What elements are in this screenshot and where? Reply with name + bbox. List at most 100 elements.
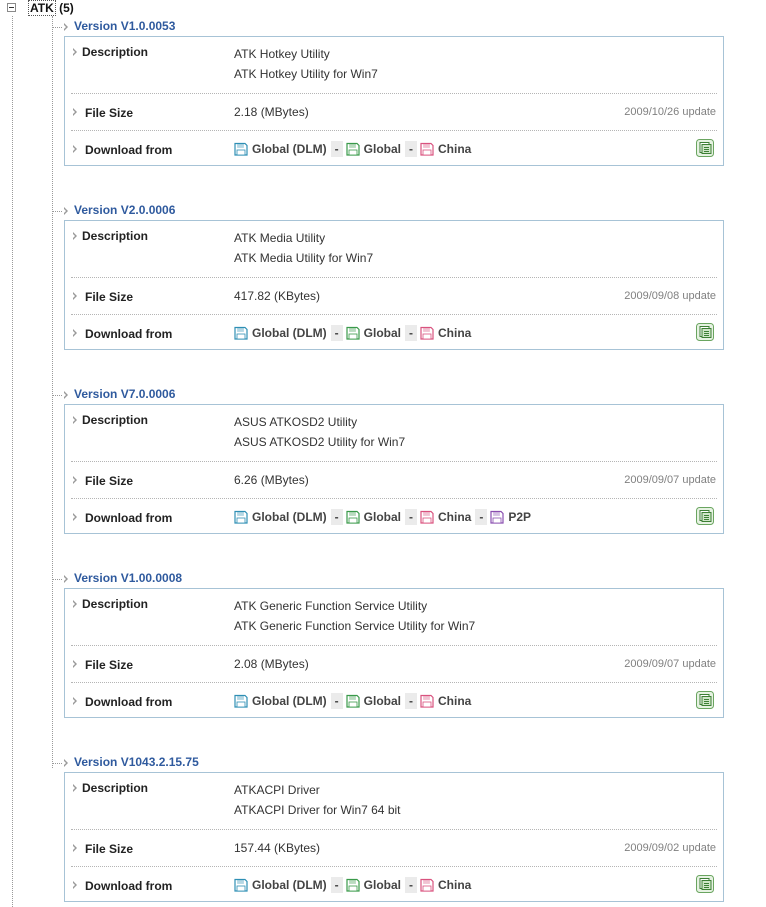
collapse-minus-icon[interactable] [7,3,16,12]
file-size-value: 6.26 (MBytes) [234,473,309,487]
mirror-link[interactable]: P2P [490,509,531,525]
arrow-bullet-icon [73,844,79,853]
download-mirror-list: Global (DLM) - Global - China [234,877,471,893]
multi-page-download-icon[interactable] [696,323,714,341]
file-size-label: File Size [85,106,134,120]
arrow-bullet-icon [73,108,79,117]
floppy-disk-icon [420,142,434,156]
mirror-link[interactable]: China [420,325,471,341]
description-label: Description [82,229,149,243]
download-mirror-list: Global (DLM) - Global - China [234,141,471,157]
mirror-link[interactable]: Global (DLM) [234,693,327,709]
mirror-link[interactable]: China [420,141,471,157]
description-text: ASUS ATKOSD2 Utility for Win7 [234,435,406,449]
download-row: Download from Global (DLM) - Global - China [71,314,717,350]
description-row: Description ATK Generic Function Service… [71,589,717,646]
file-size-value: 2.18 (MBytes) [234,105,309,119]
description-text: ATK Hotkey Utility for Win7 [234,67,378,81]
version-title[interactable]: Version V2.0.0006 [74,203,175,217]
arrow-bullet-icon [73,329,79,338]
mirror-label: Global (DLM) [252,326,327,340]
file-size-row: File Size 157.44 (KBytes) 2009/09/02 upd… [71,829,717,867]
arrow-bullet-icon [64,575,70,584]
mirror-label: China [438,510,472,524]
floppy-disk-icon [346,326,360,340]
version-title[interactable]: Version V1043.2.15.75 [74,755,199,769]
arrow-bullet-icon [73,881,79,890]
mirror-link[interactable]: Global (DLM) [234,877,327,893]
floppy-disk-icon [420,326,434,340]
version-details-panel: Description ASUS ATKOSD2 Utility ASUS AT… [64,404,724,534]
mirror-separator: - [330,877,343,893]
file-size-row: File Size 417.82 (KBytes) 2009/09/08 upd… [71,277,717,315]
update-date: 2009/09/07 update [624,658,716,670]
description-title: ASUS ATKOSD2 Utility [234,415,358,429]
mirror-separator: - [475,509,488,525]
tree-root-count: (5) [59,1,74,15]
mirror-label: Global (DLM) [252,694,327,708]
mirror-link[interactable]: Global [346,325,401,341]
mirror-link[interactable]: Global (DLM) [234,325,327,341]
multi-page-download-icon[interactable] [696,875,714,893]
mirror-label: Global [363,510,401,524]
description-row: Description ASUS ATKOSD2 Utility ASUS AT… [71,405,717,462]
description-text: ATK Generic Function Service Utility for… [234,619,476,633]
download-row: Download from Global (DLM) - Global - China [71,130,717,166]
version-title[interactable]: Version V1.00.0008 [74,571,182,585]
description-text: ATK Media Utility for Win7 [234,251,374,265]
mirror-link[interactable]: China [420,877,471,893]
floppy-disk-icon [420,510,434,524]
floppy-disk-icon [234,142,248,156]
tree-connector [53,395,62,396]
download-from-label: Download from [85,879,173,893]
description-label: Description [82,413,149,427]
multi-page-download-icon[interactable] [696,507,714,525]
multi-page-download-icon[interactable] [696,691,714,709]
description-label: Description [82,597,149,611]
mirror-link[interactable]: Global (DLM) [234,509,327,525]
tree-line-root [12,16,13,907]
floppy-disk-icon [234,694,248,708]
mirror-link[interactable]: Global [346,877,401,893]
tree-connector [53,27,62,28]
description-title: ATK Hotkey Utility [234,47,330,61]
version-title[interactable]: Version V7.0.0006 [74,387,175,401]
tree-root-label[interactable]: ATK (5) [28,0,74,16]
floppy-disk-icon [234,878,248,892]
description-row: Description ATKACPI Driver ATKACPI Drive… [71,773,717,830]
mirror-link[interactable]: Global (DLM) [234,141,327,157]
floppy-disk-icon [346,510,360,524]
mirror-link[interactable]: Global [346,141,401,157]
tree-connector [53,763,62,764]
download-from-label: Download from [85,695,173,709]
description-title: ATK Media Utility [234,231,326,245]
mirror-label: Global (DLM) [252,878,327,892]
file-size-value: 157.44 (KBytes) [234,841,321,855]
file-size-label: File Size [85,474,134,488]
multi-page-download-icon[interactable] [696,139,714,157]
arrow-bullet-icon [73,48,79,57]
version-details-panel: Description ATK Hotkey Utility ATK Hotke… [64,36,724,166]
floppy-disk-icon [346,694,360,708]
mirror-link[interactable]: China [420,693,471,709]
update-date: 2009/09/02 update [624,842,716,854]
mirror-label: China [438,694,472,708]
arrow-bullet-icon [64,207,70,216]
description-label: Description [82,45,149,59]
download-mirror-list: Global (DLM) - Global - China [234,693,471,709]
mirror-link[interactable]: China [420,509,471,525]
mirror-link[interactable]: Global [346,693,401,709]
arrow-bullet-icon [73,292,79,301]
mirror-label: China [438,142,472,156]
arrow-bullet-icon [73,600,79,609]
file-size-value: 417.82 (KBytes) [234,289,321,303]
mirror-label: Global (DLM) [252,510,327,524]
floppy-disk-icon [346,878,360,892]
arrow-bullet-icon [64,759,70,768]
mirror-label: Global (DLM) [252,142,327,156]
mirror-link[interactable]: Global [346,509,401,525]
version-details-panel: Description ATKACPI Driver ATKACPI Drive… [64,772,724,902]
floppy-disk-icon [420,878,434,892]
download-mirror-list: Global (DLM) - Global - China - P2P [234,509,531,525]
version-title[interactable]: Version V1.0.0053 [74,19,175,33]
